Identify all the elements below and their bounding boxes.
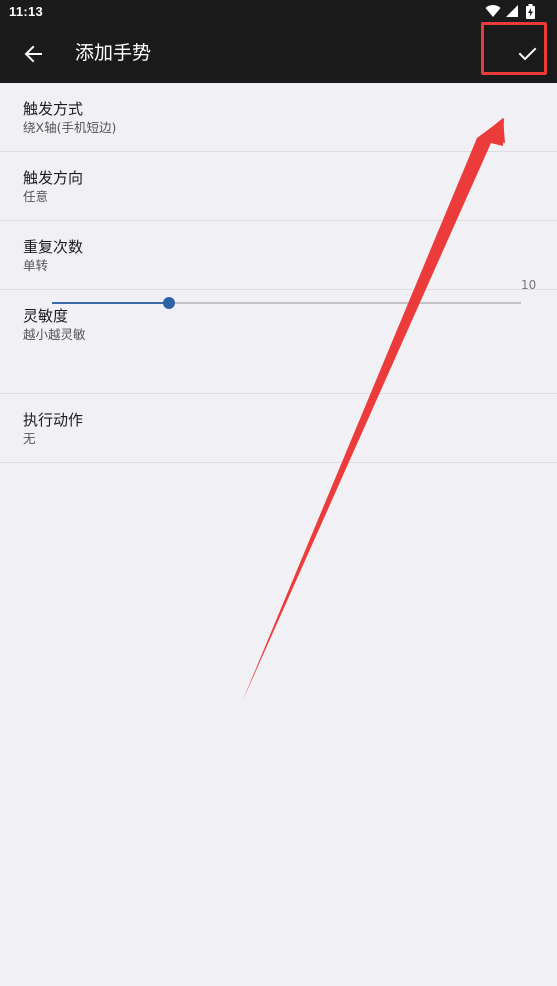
app-bar: 添加手势 [0,24,557,83]
setting-summary: 无 [23,431,36,446]
setting-title: 重复次数 [23,238,84,256]
battery-charging-icon [526,4,535,19]
setting-summary: 绕X轴(手机短边) [23,120,117,135]
setting-title: 触发方式 [23,100,84,118]
setting-title: 灵敏度 [23,307,69,325]
wifi-icon [485,5,501,18]
status-time: 11:13 [9,4,44,19]
setting-action[interactable]: 执行动作 无 [0,394,557,463]
setting-sensitivity: 灵敏度 越小越灵敏 [0,290,557,394]
check-icon [518,47,537,61]
slider-value-label: 10 [521,278,537,292]
arrow-left-icon [24,45,42,63]
status-bar: 11:13 [0,0,557,24]
setting-title: 执行动作 [23,411,84,429]
setting-trigger-mode[interactable]: 触发方式 绕X轴(手机短边) [0,83,557,152]
setting-summary: 任意 [23,189,49,204]
settings-list: 触发方式 绕X轴(手机短边) 触发方向 任意 重复次数 单转 灵敏度 越小越灵敏… [0,83,557,463]
confirm-button[interactable] [509,38,545,70]
back-button[interactable] [18,38,50,70]
setting-title: 触发方向 [23,169,84,187]
slider-fill [52,302,170,304]
setting-repeat-count[interactable]: 重复次数 单转 [0,221,557,290]
setting-summary: 越小越灵敏 [23,327,86,342]
setting-trigger-direction[interactable]: 触发方向 任意 [0,152,557,221]
page-title: 添加手势 [75,42,152,64]
setting-summary: 单转 [23,258,49,273]
cellular-signal-icon [506,5,518,17]
sensitivity-slider[interactable] [52,297,521,309]
